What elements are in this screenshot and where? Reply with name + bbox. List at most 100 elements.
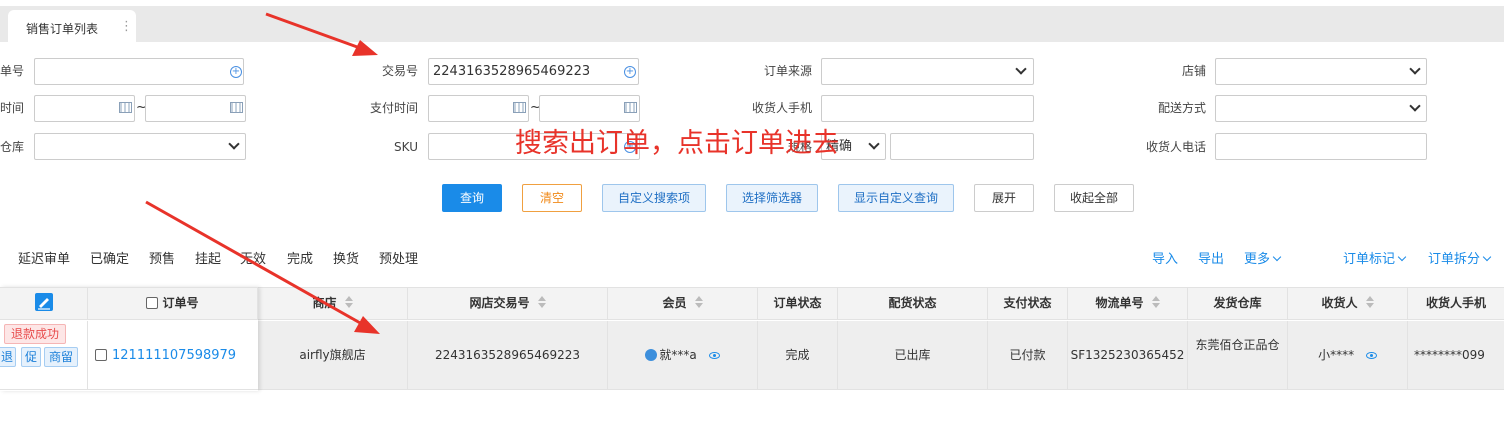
collapse-all-button[interactable]: 收起全部 xyxy=(1054,184,1134,212)
cell-warehouse: 东莞佰仓正品仓 xyxy=(1188,321,1288,390)
order-mark-label: 订单标记 xyxy=(1343,252,1396,267)
column-distribution-status[interactable]: 配货状态 xyxy=(838,287,988,320)
column-receiver[interactable]: 收货人 xyxy=(1288,287,1408,320)
calendar-icon[interactable] xyxy=(119,102,132,113)
tab-bar: 销售订单列表 ⋮ xyxy=(0,6,1504,42)
tab-sales-order-list[interactable]: 销售订单列表 ⋮ xyxy=(8,10,136,42)
trade-no-input[interactable]: 2243163528965469223 + xyxy=(428,58,639,85)
column-logistics-no[interactable]: 物流单号 xyxy=(1068,287,1188,320)
column-online-trade-no[interactable]: 网店交易号 xyxy=(408,287,608,320)
status-tab-exchange[interactable]: 换货 xyxy=(333,248,359,267)
eye-icon[interactable] xyxy=(708,352,720,359)
row-checkbox[interactable] xyxy=(95,349,107,361)
cell-distribution-status: 已出库 xyxy=(838,321,988,390)
source-select[interactable] xyxy=(821,58,1034,85)
more-vertical-icon[interactable]: ⋮ xyxy=(120,19,133,34)
time-end-input[interactable] xyxy=(145,95,246,122)
order-split-dropdown[interactable]: 订单拆分 xyxy=(1428,248,1492,267)
receiver-name: 小**** xyxy=(1318,348,1355,362)
column-logistics-no-label: 物流单号 xyxy=(1095,296,1144,310)
column-warehouse[interactable]: 发货仓库 xyxy=(1188,287,1288,320)
status-tab-suspended[interactable]: 挂起 xyxy=(195,248,221,267)
column-shop[interactable]: 商店 xyxy=(258,287,408,320)
delivery-select[interactable] xyxy=(1215,95,1427,122)
pay-time-label: 支付时间 xyxy=(369,101,418,115)
cell-online-trade-no: 2243163528965469223 xyxy=(408,321,608,390)
trade-no-label: 交易号 xyxy=(381,64,418,78)
chevron-down-icon xyxy=(1397,252,1407,262)
calendar-icon[interactable] xyxy=(513,102,526,113)
cell-logistics-no: SF1325230365452 xyxy=(1068,321,1188,390)
import-link[interactable]: 导入 xyxy=(1152,248,1178,267)
order-split-label: 订单拆分 xyxy=(1428,252,1481,267)
status-tab-preprocess[interactable]: 预处理 xyxy=(379,248,418,267)
sort-icon[interactable] xyxy=(1151,296,1160,308)
chevron-down-icon xyxy=(1272,252,1282,262)
status-tab-presale[interactable]: 预售 xyxy=(149,248,175,267)
member-name: 就***a xyxy=(659,348,697,362)
delivery-label: 配送方式 xyxy=(1157,101,1206,115)
cell-receiver-mobile: ********099 xyxy=(1414,348,1485,362)
add-circle-icon[interactable]: + xyxy=(624,66,636,78)
receiver-phone-label: 收货人手机 xyxy=(751,101,812,115)
order-no-link[interactable]: 121111107598979 xyxy=(112,348,236,363)
column-member-label: 会员 xyxy=(662,296,687,310)
warehouse-label: 仓库 xyxy=(0,140,25,154)
custom-search-button[interactable]: 自定义搜索项 xyxy=(602,184,706,212)
chevron-down-icon xyxy=(228,138,240,150)
sort-icon[interactable] xyxy=(537,296,546,308)
eye-icon[interactable] xyxy=(1365,352,1377,359)
arrow-head-top xyxy=(352,40,378,56)
chevron-down-icon xyxy=(1015,63,1027,75)
column-receiver-label: 收货人 xyxy=(1321,296,1358,310)
more-label: 更多 xyxy=(1244,252,1271,267)
add-circle-icon[interactable]: + xyxy=(230,66,242,78)
order-no-input[interactable]: + xyxy=(34,58,244,85)
show-custom-query-button[interactable]: 显示自定义查询 xyxy=(838,184,954,212)
select-filter-button[interactable]: 选择筛选器 xyxy=(726,184,818,212)
cell-receiver: 小**** xyxy=(1288,321,1408,390)
time-start-input[interactable] xyxy=(34,95,135,122)
receiver-tel-label: 收货人电话 xyxy=(1145,140,1206,154)
cell-order-status: 完成 xyxy=(758,321,838,390)
query-button[interactable]: 查询 xyxy=(442,184,502,212)
more-dropdown[interactable]: 更多 xyxy=(1244,248,1282,267)
column-divider xyxy=(87,321,88,390)
status-tab-completed[interactable]: 完成 xyxy=(287,248,313,267)
order-mark-dropdown[interactable]: 订单标记 xyxy=(1343,248,1407,267)
cell-pay-status: 已付款 xyxy=(988,321,1068,390)
promotion-badge: 促 xyxy=(21,347,41,367)
member-avatar-icon xyxy=(645,349,658,361)
table-row-fixed[interactable]: 退款成功 退 促 商留 121111107598979 xyxy=(0,321,258,390)
status-tab-invalid[interactable]: 无效 xyxy=(240,248,266,267)
cell-member: 就***a xyxy=(608,321,758,390)
annotation-text: 搜索出订单，点击订单进去 xyxy=(515,128,839,159)
expand-button[interactable]: 展开 xyxy=(974,184,1034,212)
sort-icon[interactable] xyxy=(344,296,353,308)
pay-time-end-input[interactable] xyxy=(539,95,640,122)
spec-input[interactable] xyxy=(890,133,1034,160)
status-tab-confirmed[interactable]: 已确定 xyxy=(90,248,129,267)
status-tab-delayed-review[interactable]: 延迟审单 xyxy=(18,248,70,267)
receiver-tel-input[interactable] xyxy=(1215,133,1427,160)
column-order-status[interactable]: 订单状态 xyxy=(758,287,838,320)
sort-icon[interactable] xyxy=(694,296,703,308)
shop-select[interactable] xyxy=(1215,58,1427,85)
merchant-note-badge: 商留 xyxy=(44,347,78,367)
column-member[interactable]: 会员 xyxy=(608,287,758,320)
shop-label: 店铺 xyxy=(1181,64,1206,78)
pay-time-start-input[interactable] xyxy=(428,95,529,122)
calendar-icon[interactable] xyxy=(230,102,243,113)
sort-icon[interactable] xyxy=(1365,296,1374,308)
sku-label: SKU xyxy=(394,140,418,154)
chevron-down-icon xyxy=(868,138,880,150)
column-receiver-mobile[interactable]: 收货人手机 xyxy=(1408,287,1504,320)
receiver-phone-input[interactable] xyxy=(821,95,1034,122)
calendar-icon[interactable] xyxy=(624,102,637,113)
order-no-label: 单号 xyxy=(0,64,25,78)
export-link[interactable]: 导出 xyxy=(1198,248,1224,267)
clear-button[interactable]: 清空 xyxy=(522,184,582,212)
chevron-down-icon xyxy=(1482,252,1492,262)
column-pay-status[interactable]: 支付状态 xyxy=(988,287,1068,320)
warehouse-select[interactable] xyxy=(34,133,246,160)
